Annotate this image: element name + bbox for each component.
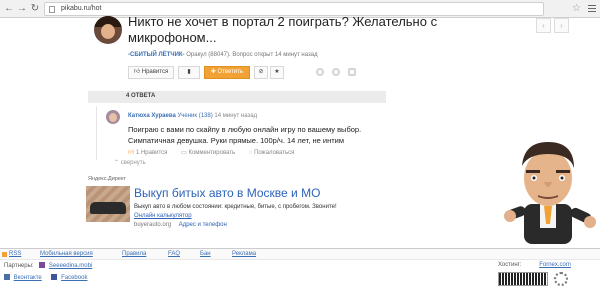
report-icon: ◌	[248, 150, 253, 156]
page-icon	[49, 6, 55, 13]
hosting-info: Хостинг: Fornex.com	[498, 262, 571, 268]
partner-link[interactable]: Seeeedina.mobi	[49, 263, 92, 269]
comment-reply-button[interactable]: ▭ Комментировать	[181, 150, 235, 156]
post-author-link[interactable]: -СБИТЫЙ ЛЁТЧИК-	[128, 52, 185, 58]
hosting-label: Хостинг:	[498, 262, 522, 268]
ad-address-link[interactable]: Адрес и телефон	[179, 222, 227, 228]
collapse-link[interactable]: ⌃ свернуть	[114, 159, 146, 166]
footer-link-rules[interactable]: Правила	[122, 251, 146, 257]
facebook-link[interactable]: Facebook	[61, 275, 87, 281]
comment-actions: 👍︎ 1 Нравится ▭ Комментировать ◌ Пожалов…	[128, 148, 306, 156]
hamburger-menu-icon[interactable]	[588, 3, 596, 13]
footer-link-rss[interactable]: RSS	[9, 251, 21, 257]
block-icon: ⊘	[258, 69, 264, 75]
commenter-avatar[interactable]	[106, 110, 120, 124]
partners-row: Партнеры: Seeeedina.mobi	[4, 262, 92, 269]
ad-domain-text: buyerauto.org	[134, 222, 172, 228]
hosting-link[interactable]: Fornex.com	[539, 262, 571, 268]
mascot-character[interactable]	[500, 126, 600, 246]
gear-icon-2[interactable]	[332, 68, 340, 76]
answers-count: 4 ОТВЕТА	[126, 93, 156, 99]
footer-link-mobile[interactable]: Мобильная версия	[40, 251, 93, 257]
commenter-rank: Ученик (138)	[177, 113, 213, 119]
comment-icon: ▭	[181, 150, 187, 156]
bookmark-icon: ▮	[187, 69, 191, 75]
comment-meta: Катюха Хураева Ученик (138) 14 минут наз…	[128, 113, 257, 119]
gear-icon[interactable]	[316, 68, 324, 76]
bookmark-star-icon[interactable]: ☆	[572, 3, 581, 15]
forward-arrow-icon[interactable]: →	[16, 3, 28, 15]
comment-like-button[interactable]: 👍︎ 1 Нравится	[128, 150, 167, 156]
ad-label: Яндекс.Директ	[88, 176, 126, 182]
next-arrow-icon[interactable]: ›	[554, 18, 569, 33]
reply-button[interactable]: ✚ Ответить	[204, 66, 250, 79]
partner-logo-icon	[39, 262, 46, 268]
comment-thread-line	[96, 106, 97, 160]
star-icon: ★	[274, 69, 280, 75]
sun-logo-icon[interactable]	[554, 272, 568, 286]
footer-links: RSS Мобильная версия Правила FAQ Бан Рек…	[0, 248, 600, 260]
hosting-logo[interactable]	[498, 272, 548, 286]
partners-label: Партнеры:	[4, 263, 34, 269]
like-label: Нравится	[141, 69, 169, 75]
block-button[interactable]: ⊘	[254, 66, 268, 79]
post-author-info: Оракул (88047). Вопрос открыт 14 минут н…	[186, 52, 318, 58]
comment-report-button[interactable]: ◌ Пожаловаться	[249, 150, 295, 156]
settings-icons	[316, 68, 376, 78]
reply-icon: ✚	[210, 69, 216, 75]
url-text: pikabu.ru/hot	[61, 5, 102, 12]
post-meta: -СБИТЫЙ ЛЁТЧИК- Оракул (88047). Вопрос о…	[128, 52, 488, 58]
ad-domain: buyerauto.org Адрес и телефон	[134, 222, 227, 228]
collapse-arrow-icon: ⌃	[114, 160, 120, 166]
social-row: Вконтакте Facebook	[4, 274, 87, 281]
comment-time: 14 минут назад	[214, 113, 258, 119]
prev-arrow-icon[interactable]: ‹	[536, 18, 551, 33]
like-button[interactable]: 👍︎ Нравится	[128, 66, 174, 79]
ad-image[interactable]	[86, 186, 130, 222]
reload-icon[interactable]: ↻	[29, 3, 41, 15]
ad-description: Выкуп авто в любом состоянии: кредитные,…	[134, 204, 337, 210]
author-avatar[interactable]	[94, 16, 122, 44]
commenter-name[interactable]: Катюха Хураева	[128, 113, 176, 119]
ad-title-link[interactable]: Выкуп битых авто в Москве и МО	[134, 186, 320, 200]
vk-link[interactable]: Вконтакте	[14, 275, 42, 281]
thumbs-up-icon: 👍︎	[133, 69, 141, 75]
footer-link-ban[interactable]: Бан	[200, 251, 211, 257]
ad-calculator-link[interactable]: Онлайн калькулятор	[134, 213, 192, 219]
thumbs-up-icon: 👍︎	[128, 150, 135, 156]
answers-header: 4 ОТВЕТА	[88, 91, 386, 103]
bookmark-button[interactable]: ▮	[178, 66, 200, 79]
back-arrow-icon[interactable]: ←	[3, 3, 15, 15]
comment-text: Поиграю с вами по скайпу в любую онлайн …	[128, 125, 362, 145]
footer-link-ads[interactable]: Реклама	[232, 251, 256, 257]
post-title: Никто не хочет в портал 2 поиграть? Жела…	[128, 14, 438, 45]
pagination-arrows: ‹ ›	[536, 18, 570, 36]
footer-link-faq[interactable]: FAQ	[168, 251, 180, 257]
facebook-icon	[51, 274, 58, 280]
options-icon[interactable]	[348, 68, 356, 76]
rss-icon	[2, 252, 7, 257]
reply-label: Ответить	[217, 69, 244, 75]
vk-icon	[4, 274, 10, 280]
favorite-button[interactable]: ★	[270, 66, 284, 79]
